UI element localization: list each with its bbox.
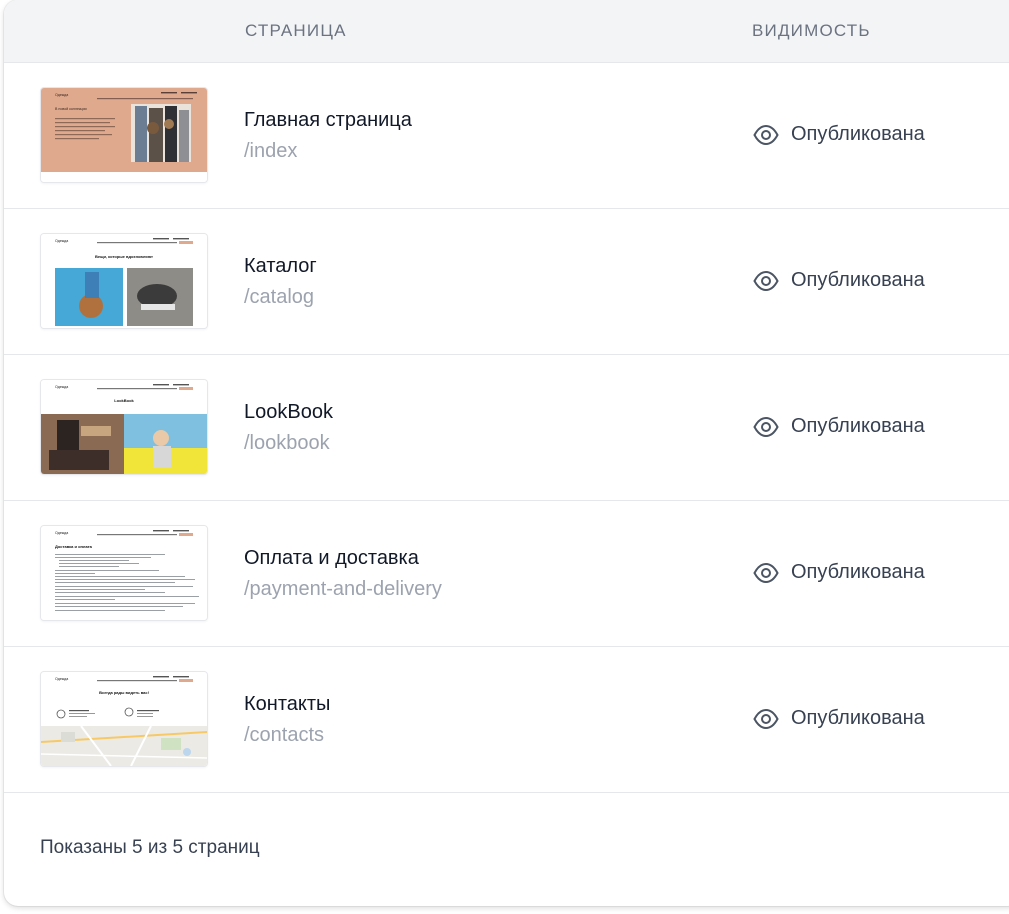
eye-icon xyxy=(753,562,779,583)
eye-icon xyxy=(753,270,779,291)
visibility-status[interactable]: Опубликована xyxy=(753,561,925,584)
status-label: Опубликована xyxy=(791,561,925,583)
eye-icon xyxy=(753,124,779,145)
page-thumbnail[interactable]: Одежда Всегда рады видеть вас! xyxy=(40,671,208,767)
pagination-summary: Показаны 5 из 5 страниц xyxy=(40,837,260,858)
status-label: Опубликована xyxy=(791,269,925,291)
column-header-page[interactable]: СТРАНИЦА xyxy=(245,21,347,41)
page-title[interactable]: Главная страница xyxy=(244,109,412,132)
page-slug: /catalog xyxy=(244,286,315,308)
contacts-page-preview: Одежда Всегда рады видеть вас! xyxy=(41,672,207,766)
thumb-heading-text: Доставка и оплата xyxy=(55,544,93,549)
page-title[interactable]: Каталог xyxy=(244,255,317,278)
page-slug: /index xyxy=(244,140,298,162)
table-header: СТРАНИЦА ВИДИМОСТЬ xyxy=(4,0,1009,63)
visibility-status[interactable]: Опубликована xyxy=(753,707,925,730)
thumb-heading-text: Вещи, которые вдохновляют xyxy=(95,254,153,259)
visibility-status[interactable]: Опубликована xyxy=(753,123,925,146)
lookbook-page-preview: Одежда LookBook xyxy=(41,380,207,474)
table-row[interactable]: Одежда Всегда рады видеть вас! Контакты … xyxy=(4,647,1009,793)
status-label: Опубликована xyxy=(791,415,925,437)
visibility-status[interactable]: Опубликована xyxy=(753,415,925,438)
thumb-heading-text: LookBook xyxy=(114,398,134,403)
eye-icon xyxy=(753,708,779,729)
table-row[interactable]: Одежда LookBook LookBook /lookbook Опубл… xyxy=(4,355,1009,501)
thumb-logo-text: Одежда xyxy=(55,93,68,97)
page-title[interactable]: LookBook xyxy=(244,401,333,424)
thumb-logo-text: Одежда xyxy=(55,677,68,681)
thumb-logo-text: Одежда xyxy=(55,239,68,243)
page-thumbnail[interactable]: Одежда Вещи, которые вдохновляют xyxy=(40,233,208,329)
thumb-heading-text: В новой коллекции xyxy=(55,107,87,111)
page-slug: /contacts xyxy=(244,724,325,746)
visibility-status[interactable]: Опубликована xyxy=(753,269,925,292)
table-row[interactable]: Одежда В новой коллекции Главная страниц… xyxy=(4,63,1009,209)
page-slug: /payment-and-delivery xyxy=(244,578,442,600)
status-label: Опубликована xyxy=(791,123,925,145)
status-label: Опубликована xyxy=(791,707,925,729)
pages-table-card: СТРАНИЦА ВИДИМОСТЬ Одежда В новой коллек… xyxy=(4,0,1009,906)
page-slug: /lookbook xyxy=(244,432,330,454)
thumb-heading-text: Всегда рады видеть вас! xyxy=(99,690,149,695)
column-header-visibility[interactable]: ВИДИМОСТЬ xyxy=(752,21,871,41)
thumb-logo-text: Одежда xyxy=(55,531,68,535)
catalog-page-preview: Одежда Вещи, которые вдохновляют xyxy=(41,234,207,328)
thumb-logo-text: Одежда xyxy=(55,385,68,389)
page-thumbnail[interactable]: Одежда LookBook xyxy=(40,379,208,475)
page-thumbnail[interactable]: Одежда В новой коллекции xyxy=(40,87,208,183)
delivery-page-preview: Одежда Доставка и оплата xyxy=(41,526,207,620)
home-page-preview: Одежда В новой коллекции xyxy=(41,88,207,182)
page-title[interactable]: Оплата и доставка xyxy=(244,547,419,570)
table-row[interactable]: Одежда Вещи, которые вдохновляют Каталог… xyxy=(4,209,1009,355)
page-thumbnail[interactable]: Одежда Доставка и оплата xyxy=(40,525,208,621)
page-title[interactable]: Контакты xyxy=(244,693,330,716)
eye-icon xyxy=(753,416,779,437)
table-row[interactable]: Одежда Доставка и оплата Оплата и достав… xyxy=(4,501,1009,647)
